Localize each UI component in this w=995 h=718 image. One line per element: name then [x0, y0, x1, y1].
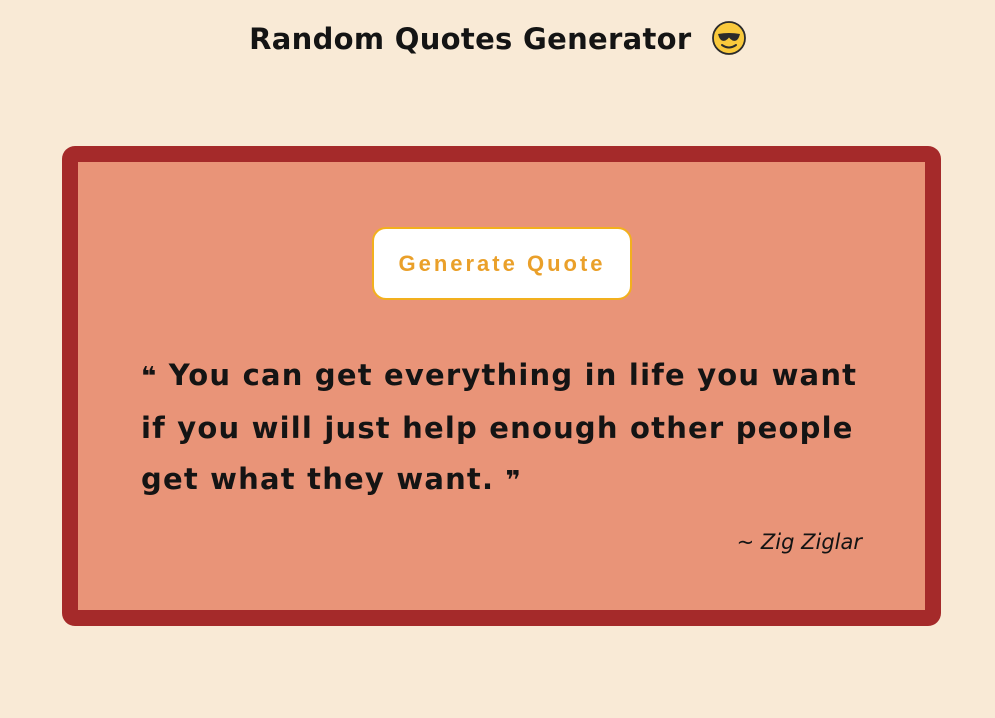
close-quote-icon: ❞ — [505, 466, 522, 496]
page-title-text: Random Quotes Generator — [249, 22, 692, 56]
quote-card: Generate Quote ❝ You can get everything … — [62, 146, 941, 626]
open-quote-icon: ❝ — [141, 362, 158, 392]
page: Random Quotes Generator Generate Quote ❝… — [0, 0, 995, 718]
quote-text-block: ❝ You can get everything in life you wan… — [141, 350, 861, 507]
smiling-face-with-sunglasses-icon — [711, 21, 746, 55]
quote-text: You can get everything in life you want … — [141, 358, 858, 496]
generate-quote-button[interactable]: Generate Quote — [372, 227, 632, 300]
page-title: Random Quotes Generator — [0, 21, 995, 58]
quote-author: ~ Zig Ziglar — [736, 530, 862, 554]
